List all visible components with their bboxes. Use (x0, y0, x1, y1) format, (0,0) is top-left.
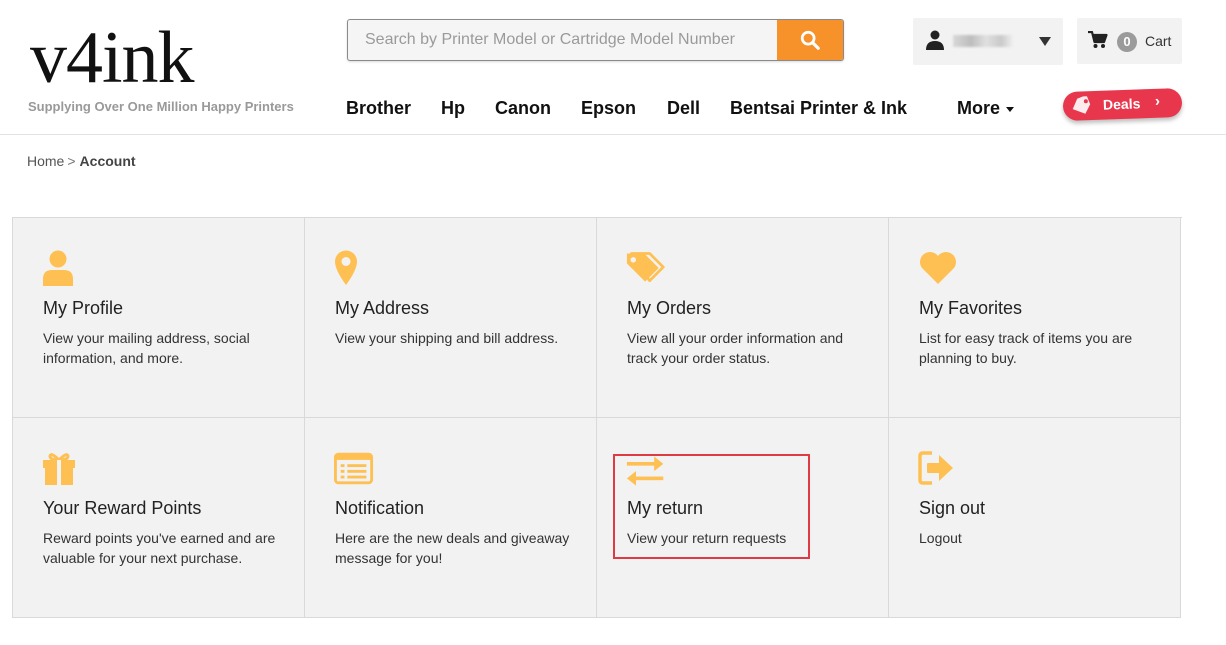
card-description: View your return requests (627, 530, 787, 546)
heart-icon (920, 252, 956, 284)
cart-button[interactable]: 0 Cart (1077, 18, 1182, 64)
search-button[interactable] (777, 20, 843, 60)
search-bar (347, 19, 844, 61)
deals-button[interactable]: Deals › (1062, 87, 1183, 122)
gift-icon (43, 453, 75, 485)
card-title: My Address (335, 298, 430, 318)
nav-item-more[interactable]: More (957, 98, 1015, 119)
card-my-orders[interactable]: My Orders View all your order informatio… (597, 218, 889, 418)
logo[interactable]: v4ink (30, 18, 195, 98)
user-icon (43, 250, 73, 286)
card-description: View your mailing address, social inform… (43, 330, 250, 366)
card-description: View your shipping and bill address. (335, 330, 559, 346)
card-title: My Profile (43, 298, 124, 318)
card-my-address[interactable]: My Address View your shipping and bill a… (305, 218, 597, 418)
chevron-right-icon: › (1154, 92, 1161, 110)
card-reward-points[interactable]: Your Reward Points Reward points you've … (13, 418, 305, 618)
card-title: Notification (335, 498, 425, 518)
card-my-favorites[interactable]: My Favorites List for easy track of item… (889, 218, 1181, 418)
card-notification[interactable]: Notification Here are the new deals and … (305, 418, 597, 618)
site-header: v4ink Supplying Over One Million Happy P… (0, 0, 1226, 135)
list-icon (334, 452, 374, 485)
account-grid: My Profile View your mailing address, so… (12, 217, 1182, 618)
breadcrumb-separator: > (67, 153, 76, 169)
nav-item-canon[interactable]: Canon (495, 98, 551, 119)
nav-item-hp[interactable]: Hp (441, 98, 465, 119)
tags-icon (626, 252, 665, 283)
card-title: My Orders (627, 298, 712, 318)
sign-out-icon (918, 451, 953, 485)
nav-item-bentsai[interactable]: Bentsai Printer & Ink (730, 98, 907, 119)
user-icon (926, 30, 944, 50)
search-icon (800, 30, 820, 50)
breadcrumb: Home > Account (27, 153, 136, 169)
exchange-arrows-icon (626, 456, 664, 486)
cart-count-badge: 0 (1117, 32, 1137, 52)
cart-icon (1088, 31, 1108, 48)
card-description: Logout (919, 530, 962, 546)
cart-label: Cart (1145, 33, 1172, 49)
nav-item-epson[interactable]: Epson (581, 98, 636, 119)
card-description: Here are the new deals and giveaway mess… (335, 530, 570, 566)
card-description: Reward points you've earned and are valu… (43, 530, 276, 566)
price-tag-icon (1072, 96, 1091, 114)
search-input[interactable] (348, 20, 779, 60)
user-name: ******** (953, 35, 1013, 47)
deals-label: Deals (1102, 95, 1141, 113)
map-pin-icon (335, 250, 357, 285)
card-title: Your Reward Points (43, 498, 202, 518)
user-menu[interactable]: ******** (913, 18, 1063, 65)
breadcrumb-current: Account (79, 153, 136, 169)
card-sign-out[interactable]: Sign out Logout (889, 418, 1181, 618)
caret-down-icon (1006, 106, 1015, 112)
card-my-profile[interactable]: My Profile View your mailing address, so… (13, 218, 305, 418)
card-description: List for easy track of items you are pla… (919, 330, 1133, 366)
more-label: More (957, 98, 1001, 118)
nav-item-dell[interactable]: Dell (667, 98, 700, 119)
card-description: View all your order information and trac… (627, 330, 844, 366)
caret-down-icon[interactable] (1039, 37, 1051, 46)
card-title: My return (627, 498, 704, 518)
card-title: My Favorites (919, 298, 1023, 318)
tagline: Supplying Over One Million Happy Printer… (28, 99, 294, 114)
card-my-return[interactable]: My return View your return requests (597, 418, 889, 618)
breadcrumb-home[interactable]: Home (27, 153, 64, 169)
card-title: Sign out (919, 498, 986, 518)
nav-item-brother[interactable]: Brother (346, 98, 411, 119)
